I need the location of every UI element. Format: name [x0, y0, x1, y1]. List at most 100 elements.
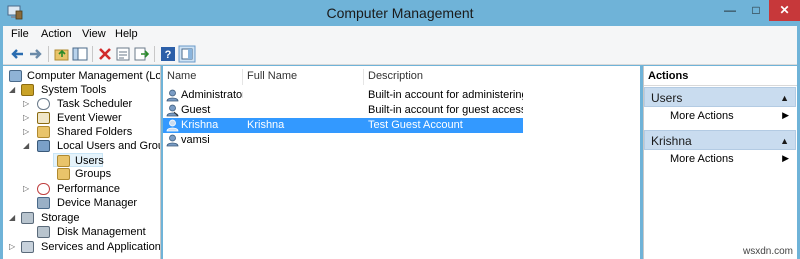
tree-label: Groups: [75, 168, 112, 180]
properties-icon[interactable]: [114, 45, 132, 63]
window-title: Computer Management: [326, 5, 474, 21]
cell-name: Guest: [181, 104, 211, 116]
tree-label: Local Users and Groups: [57, 140, 160, 152]
forward-arrow-icon[interactable]: [26, 45, 44, 63]
show-hide-tree-icon[interactable]: [71, 45, 89, 63]
action-group-users[interactable]: Users ▲: [644, 87, 796, 107]
title-bar: Computer Management — □ ✕: [0, 0, 800, 26]
watermark: wsxdn.com: [742, 246, 793, 257]
tools-icon: [21, 84, 34, 96]
event-viewer-icon: [37, 112, 50, 124]
expand-icon[interactable]: ▷: [23, 182, 31, 196]
tree-item-groups[interactable]: Groups: [3, 167, 160, 181]
users-list: Name Full Name Description Administrator…: [163, 66, 640, 259]
list-row-guest[interactable]: Guest Built-in account for guest access …: [163, 103, 523, 118]
list-row-vamsi[interactable]: vamsi: [163, 133, 523, 148]
list-row-administrator[interactable]: Administrator Built-in account for admin…: [163, 88, 523, 103]
clock-icon: [37, 98, 50, 110]
tree-label: Users: [75, 155, 104, 167]
submenu-arrow-icon: ▶: [782, 110, 789, 120]
tree-label: Device Manager: [57, 197, 138, 209]
menu-help[interactable]: Help: [115, 28, 138, 40]
tree-label: Task Scheduler: [57, 98, 133, 110]
menu-file[interactable]: File: [11, 28, 29, 40]
tree-item-device-manager[interactable]: Device Manager: [3, 196, 160, 210]
delete-icon[interactable]: [96, 45, 114, 63]
submenu-arrow-icon: ▶: [782, 153, 789, 163]
performance-icon: [37, 183, 50, 195]
menu-bar: File Action View Help: [3, 26, 797, 43]
collapse-icon[interactable]: ◢: [9, 211, 17, 225]
shared-folder-icon: [37, 126, 50, 138]
export-list-icon[interactable]: [132, 45, 150, 63]
cell-name: Administrator: [181, 89, 243, 101]
user-icon: [166, 119, 179, 132]
tree-item-computer-management[interactable]: Computer Management (Local: [3, 69, 161, 83]
cell-name: vamsi: [181, 134, 210, 146]
tree-item-users[interactable]: Users: [53, 153, 104, 167]
app-window: Computer Management — □ ✕ File Action Vi…: [0, 0, 800, 259]
storage-icon: [21, 212, 34, 224]
collapse-icon[interactable]: ◢: [23, 139, 31, 153]
more-actions-krishna[interactable]: More Actions: [670, 152, 734, 166]
actions-pane: Actions Users ▲ More Actions ▶ Krishna ▲…: [643, 66, 797, 259]
collapse-icon[interactable]: ◢: [9, 83, 17, 97]
action-group-label: Krishna: [651, 134, 692, 148]
users-group-icon: [37, 140, 50, 152]
show-action-pane-icon[interactable]: [178, 45, 196, 63]
tree-item-task-scheduler[interactable]: ▷ Task Scheduler: [3, 97, 160, 111]
tree-item-storage[interactable]: ◢ Storage: [3, 211, 160, 225]
menu-view[interactable]: View: [82, 28, 106, 40]
device-manager-icon: [37, 197, 50, 209]
cell-name: Krishna: [181, 119, 219, 131]
computer-management-icon: [9, 70, 22, 82]
expand-icon[interactable]: ▷: [9, 240, 17, 254]
action-group-krishna[interactable]: Krishna ▲: [644, 130, 796, 150]
action-group-label: Users: [651, 91, 683, 105]
actions-title: Actions: [644, 66, 797, 86]
toolbar-separator: [92, 46, 93, 62]
maximize-button[interactable]: □: [743, 0, 769, 21]
minimize-button[interactable]: —: [717, 0, 743, 21]
column-header-full-name[interactable]: Full Name: [243, 69, 364, 85]
tree-label: Event Viewer: [57, 112, 122, 124]
user-icon: [166, 134, 179, 147]
toolbar-separator: [48, 46, 49, 62]
tree-item-shared-folders[interactable]: ▷ Shared Folders: [3, 125, 160, 139]
tree-item-event-viewer[interactable]: ▷ Event Viewer: [3, 111, 160, 125]
tree-item-performance[interactable]: ▷ Performance: [3, 182, 160, 196]
expand-icon[interactable]: ▷: [23, 97, 31, 111]
more-actions-users[interactable]: More Actions: [670, 109, 734, 123]
console-tree: Computer Management (Local ◢ System Tool…: [3, 66, 161, 259]
toolbar: ?: [3, 43, 797, 65]
tree-label: System Tools: [41, 84, 107, 96]
disk-icon: [37, 226, 50, 238]
tree-label: Computer Management (Local: [27, 70, 161, 82]
expand-icon[interactable]: ▷: [23, 111, 31, 125]
list-row-krishna[interactable]: Krishna Krishna Test Guest Account: [163, 118, 523, 133]
help-icon[interactable]: ?: [159, 45, 177, 63]
folder-icon: [57, 155, 70, 167]
collapse-caret-icon[interactable]: ▲: [780, 131, 789, 151]
back-arrow-icon[interactable]: [9, 45, 27, 63]
collapse-caret-icon[interactable]: ▲: [780, 88, 789, 108]
menu-action[interactable]: Action: [41, 28, 72, 40]
column-header-description[interactable]: Description: [364, 69, 519, 85]
expand-icon[interactable]: ▷: [23, 125, 31, 139]
column-header-name[interactable]: Name: [163, 69, 243, 85]
tree-label: Services and Applications: [41, 241, 161, 253]
cell-description: Test Guest Account: [368, 119, 463, 131]
tree-label: Shared Folders: [57, 126, 133, 138]
up-folder-icon[interactable]: [53, 45, 71, 63]
user-icon: [166, 89, 179, 102]
user-icon: [166, 104, 179, 117]
svg-text:?: ?: [165, 49, 172, 61]
tree-item-local-users-groups[interactable]: ◢ Local Users and Groups: [3, 139, 160, 153]
close-button[interactable]: ✕: [769, 0, 800, 21]
tree-item-services-apps[interactable]: ▷ Services and Applications: [3, 240, 161, 254]
tree-label: Storage: [41, 212, 80, 224]
tree-item-system-tools[interactable]: ◢ System Tools: [3, 83, 160, 97]
cell-description: Built-in account for administering...: [368, 89, 523, 101]
tree-item-disk-management[interactable]: Disk Management: [3, 225, 160, 239]
tree-label: Disk Management: [57, 226, 146, 238]
